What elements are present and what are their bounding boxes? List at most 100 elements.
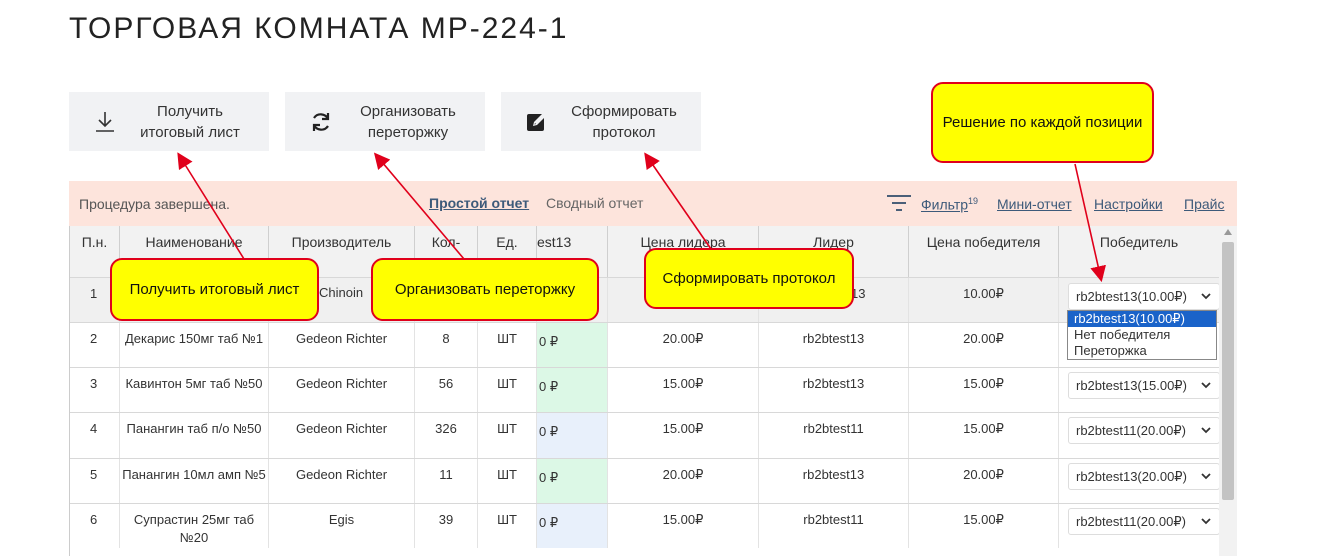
status-bar: Процедура завершена. Простой отчет Сводн…	[69, 181, 1237, 226]
chevron-down-icon	[1201, 518, 1211, 525]
cell-n: 3	[70, 368, 120, 412]
mini-report-link[interactable]: Мини-отчет	[997, 196, 1072, 212]
cell-qty: 39	[415, 504, 478, 548]
cell-leader-price: 15.00₽	[608, 413, 759, 458]
winner-select[interactable]: rb2btest13(20.00₽)	[1068, 463, 1219, 490]
price-link[interactable]: Прайс	[1184, 196, 1224, 212]
cell-winner-price: 15.00₽	[909, 413, 1059, 458]
refresh-icon	[301, 110, 341, 134]
table-row[interactable]: 5 Панангин 10мл амп №5 Gedeon Richter 11 ШТ 0…	[70, 458, 1219, 503]
chevron-down-icon	[1201, 382, 1211, 389]
cell-unit: ШТ	[478, 323, 537, 367]
tab-summary-report[interactable]: Сводный отчет	[546, 195, 643, 211]
create-protocol-button[interactable]: Сформировать протокол	[501, 92, 701, 151]
cell-leader-price: 15.00₽	[608, 504, 759, 548]
cell-qty: 56	[415, 368, 478, 412]
get-final-sheet-button[interactable]: Получить итоговый лист	[69, 92, 269, 151]
winner-select-value: rb2btest13(10.00₽)	[1076, 288, 1187, 304]
cell-name: Панангин 10мл амп №5	[120, 459, 269, 503]
winner-option[interactable]: rb2btest13(10.00₽)	[1068, 311, 1216, 327]
cell-name: Декарис 150мг таб №1	[120, 323, 269, 367]
cell-n: 6	[70, 504, 120, 548]
table-scrollbar[interactable]	[1219, 226, 1237, 556]
cell-n: 2	[70, 323, 120, 367]
table-row[interactable]: 6 Супрастин 25мг таб №20 Egis 39 ШТ 0 ₽15.00₽…	[70, 503, 1219, 548]
cell-leader: rb2btest11	[759, 413, 909, 458]
cell-unit: ШТ	[478, 368, 537, 412]
cell-maker: Gedeon Richter	[269, 459, 415, 503]
cell-name: Супрастин 25мг таб №20	[120, 504, 269, 548]
cell-unit: ШТ	[478, 413, 537, 458]
winner-select-value: rb2btest11(20.00₽)	[1076, 422, 1186, 438]
cell-maker: Gedeon Richter	[269, 323, 415, 367]
cell-winner-price: 15.00₽	[909, 368, 1059, 412]
cell-maker: Egis	[269, 504, 415, 548]
cell-n: 5	[70, 459, 120, 503]
callout-rebid: Организовать переторжку	[371, 258, 599, 321]
cell-unit: ШТ	[478, 459, 537, 503]
cell-qty: 326	[415, 413, 478, 458]
table-row[interactable]: 3 Кавинтон 5мг таб №50 Gedeon Richter 56 ШТ 0…	[70, 367, 1219, 412]
cell-qty: 11	[415, 459, 478, 503]
cell-maker: Gedeon Richter	[269, 413, 415, 458]
chevron-down-icon	[1201, 427, 1211, 434]
winner-dropdown[interactable]: rb2btest13(10.00₽) Нет победителя Переторж…	[1067, 310, 1217, 360]
cell-leader: rb2btest13	[759, 323, 909, 367]
column-header[interactable]: Цена победителя	[909, 226, 1059, 277]
cell-maker: Gedeon Richter	[269, 368, 415, 412]
cell-n: 4	[70, 413, 120, 458]
winner-select[interactable]: rb2btest11(20.00₽)	[1068, 508, 1219, 535]
winner-select[interactable]: rb2btest13(15.00₽)	[1068, 372, 1219, 399]
settings-link[interactable]: Настройки	[1094, 196, 1163, 212]
chevron-down-icon	[1201, 473, 1211, 480]
scroll-up-icon[interactable]	[1224, 229, 1232, 235]
cell-leader-price: 20.00₽	[608, 459, 759, 503]
cell-leader: rb2btest13	[759, 368, 909, 412]
callout-decision: Решение по каждой позиции	[931, 82, 1154, 163]
cell-winner-price: 20.00₽	[909, 459, 1059, 503]
download-icon	[85, 110, 125, 134]
column-header[interactable]: Победитель	[1059, 226, 1219, 277]
cell-leader-price: 15.00₽	[608, 368, 759, 412]
cell-bid: 0 ₽	[537, 413, 608, 458]
chevron-down-icon	[1201, 293, 1211, 300]
table-row[interactable]: 2 Декарис 150мг таб №1 Gedeon Richter 8 ШТ 0 …	[70, 322, 1219, 367]
winner-option[interactable]: Переторжка	[1068, 343, 1216, 359]
cell-winner-price: 10.00₽	[909, 278, 1059, 322]
filter-label: Фильтр	[921, 196, 969, 213]
winner-select[interactable]: rb2btest13(10.00₽)	[1068, 283, 1219, 310]
winner-option[interactable]: Нет победителя	[1068, 327, 1216, 343]
cell-name: Кавинтон 5мг таб №50	[120, 368, 269, 412]
winner-select-value: rb2btest13(15.00₽)	[1076, 377, 1187, 393]
get-final-sheet-label: Получить итоговый лист	[140, 102, 240, 141]
tab-simple-report[interactable]: Простой отчет	[429, 195, 529, 211]
procedure-status: Процедура завершена.	[79, 196, 230, 212]
cell-leader: rb2btest11	[759, 504, 909, 548]
organize-rebid-button[interactable]: Организовать переторжку	[285, 92, 485, 151]
cell-qty: 8	[415, 323, 478, 367]
filter-count: 19	[968, 196, 979, 206]
winner-select-value: rb2btest13(20.00₽)	[1076, 468, 1187, 484]
callout-protocol: Сформировать протокол	[644, 248, 854, 309]
create-protocol-label: Сформировать протокол	[571, 102, 677, 141]
page-title: ТОРГОВАЯ КОМНАТА МР-224-1	[69, 12, 569, 45]
cell-winner-price: 20.00₽	[909, 323, 1059, 367]
organize-rebid-label: Организовать переторжку	[360, 102, 456, 141]
cell-leader: rb2btest13	[759, 459, 909, 503]
table-row[interactable]: 4 Панангин таб п/о №50 Gedeon Richter 326 ШТ…	[70, 412, 1219, 458]
edit-icon	[517, 110, 557, 134]
winner-select[interactable]: rb2btest11(20.00₽)	[1068, 417, 1219, 444]
scroll-thumb[interactable]	[1222, 242, 1234, 500]
cell-name: Панангин таб п/о №50	[120, 413, 269, 458]
winner-select-value: rb2btest11(20.00₽)	[1076, 513, 1186, 529]
cell-leader-price: 20.00₽	[608, 323, 759, 367]
callout-final-sheet: Получить итоговый лист	[110, 258, 319, 321]
cell-bid: 0 ₽	[537, 459, 608, 503]
filter-link[interactable]: Фильтр19	[921, 196, 978, 213]
cell-bid: 0 ₽	[537, 368, 608, 412]
cell-unit: ШТ	[478, 504, 537, 548]
cell-bid: 0 ₽	[537, 323, 608, 367]
filter-icon[interactable]	[886, 194, 912, 217]
cell-winner-price: 15.00₽	[909, 504, 1059, 548]
cell-bid: 0 ₽	[537, 504, 608, 548]
